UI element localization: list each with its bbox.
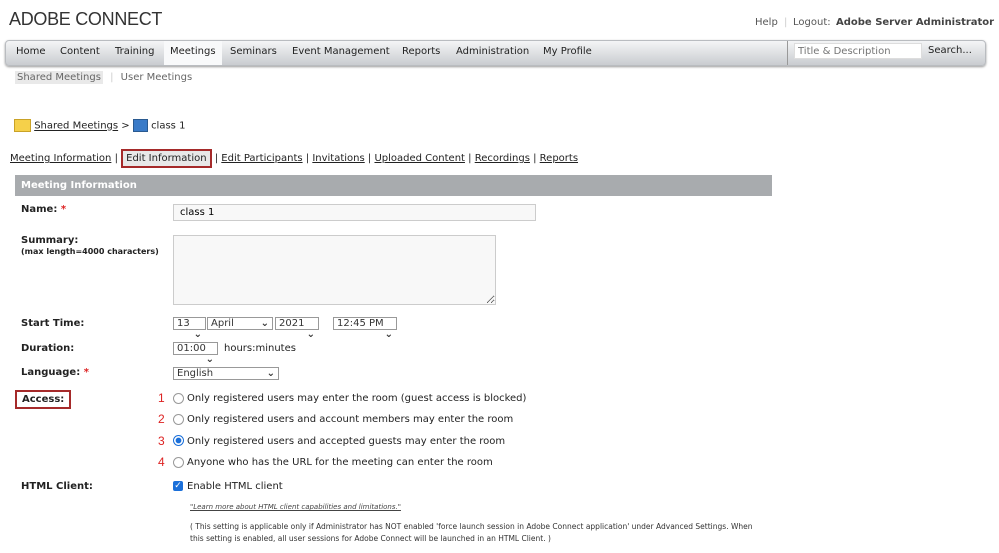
nav-administration[interactable]: Administration — [450, 41, 535, 65]
day-value: 13 — [177, 318, 190, 329]
breadcrumb-shared-meetings[interactable]: Shared Meetings — [34, 121, 118, 132]
nav-my-profile[interactable]: My Profile — [537, 41, 598, 65]
tab-edit-information[interactable]: Edit Information — [121, 149, 212, 168]
time-value: 12:45 PM — [337, 318, 384, 329]
chevron-down-icon: ⌄ — [306, 329, 315, 340]
section-header: Meeting Information — [15, 175, 772, 196]
nav-meetings[interactable]: Meetings — [164, 41, 222, 65]
option-number: 4 — [158, 455, 165, 469]
tab-recordings[interactable]: Recordings — [475, 153, 530, 164]
enable-html-checkbox[interactable]: ✓ — [173, 481, 183, 491]
nav-content[interactable]: Content — [54, 41, 106, 65]
adobe-connect-logo: ADOBE CONNECT — [9, 9, 162, 30]
meeting-tabs: Meeting Information | Edit Information |… — [10, 149, 578, 168]
chevron-down-icon: ⌄ — [205, 354, 214, 365]
chevron-down-icon: ⌄ — [266, 368, 275, 379]
duration-unit: hours:minutes — [224, 343, 296, 354]
logo-text: ADOBE CONNECT — [9, 9, 163, 29]
start-time-label: Start Time: — [21, 318, 85, 329]
option-number: 2 — [158, 412, 165, 426]
name-label-text: Name: — [21, 204, 58, 215]
chevron-down-icon: ⌄ — [260, 318, 269, 329]
tab-invitations[interactable]: Invitations — [312, 153, 364, 164]
nav-reports[interactable]: Reports — [396, 41, 446, 65]
name-label: Name: * — [21, 204, 66, 215]
access-option-1[interactable]: Only registered users may enter the room… — [187, 393, 526, 404]
duration-select[interactable]: 01:00 ⌄ — [173, 342, 218, 365]
month-select[interactable]: April ⌄ — [207, 317, 273, 330]
access-radio-3[interactable] — [173, 435, 184, 446]
access-option-2[interactable]: Only registered users and account member… — [187, 414, 513, 425]
access-radio-4[interactable] — [173, 457, 184, 468]
time-select[interactable]: 12:45 PM ⌄ — [333, 317, 397, 340]
html-note-line1: ( This setting is applicable only if Adm… — [190, 522, 753, 531]
breadcrumb-separator: > — [121, 120, 130, 132]
access-radio-2[interactable] — [173, 414, 184, 425]
duration-label: Duration: — [21, 343, 75, 354]
folder-icon — [14, 119, 31, 132]
month-value: April — [211, 318, 234, 329]
learn-more-link[interactable]: "Learn more about HTML client capabiliti… — [190, 503, 401, 511]
year-select[interactable]: 2021 ⌄ — [275, 317, 319, 340]
logout-link[interactable]: Logout: — [793, 17, 831, 28]
year-value: 2021 — [279, 318, 305, 329]
divider: | — [110, 72, 114, 83]
access-option-3[interactable]: Only registered users and accepted guest… — [187, 436, 505, 447]
option-number: 3 — [158, 434, 165, 448]
summary-label: Summary: — [21, 235, 79, 246]
language-label-text: Language: — [21, 367, 81, 378]
divider: | — [784, 17, 788, 28]
chevron-down-icon: ⌄ — [384, 329, 393, 340]
tab-meeting-information[interactable]: Meeting Information — [10, 153, 111, 164]
breadcrumb: Shared Meetings > class 1 — [14, 119, 185, 132]
nav-training[interactable]: Training — [109, 41, 160, 65]
meeting-room-icon — [132, 119, 148, 132]
language-value: English — [177, 368, 214, 379]
required-marker: * — [60, 204, 67, 215]
access-radio-1[interactable] — [173, 393, 184, 404]
nav-seminars[interactable]: Seminars — [224, 41, 283, 65]
nav-home[interactable]: Home — [10, 41, 52, 65]
main-nav: Home Content Training Meetings Seminars … — [5, 40, 986, 66]
checkmark-icon: ✓ — [174, 481, 182, 491]
html-client-label: HTML Client: — [21, 481, 93, 492]
required-marker: * — [83, 367, 89, 378]
enable-html-label[interactable]: Enable HTML client — [187, 481, 283, 492]
nav-event-management[interactable]: Event Management — [286, 41, 396, 65]
duration-value: 01:00 — [177, 343, 206, 354]
html-note-line2: this setting is enabled, all user sessio… — [190, 534, 551, 543]
subnav-user-meetings[interactable]: User Meetings — [121, 72, 193, 83]
tab-edit-participants[interactable]: Edit Participants — [221, 153, 302, 164]
subnav: Shared Meetings | User Meetings — [15, 71, 193, 84]
chevron-down-icon: ⌄ — [193, 329, 202, 340]
search-button[interactable]: Search... — [928, 45, 972, 56]
search-area: Search... — [787, 41, 986, 65]
summary-textarea[interactable] — [173, 235, 496, 305]
search-input[interactable] — [794, 43, 922, 59]
breadcrumb-current: class 1 — [151, 120, 186, 132]
day-select[interactable]: 13 ⌄ — [173, 317, 206, 340]
name-input[interactable] — [173, 204, 536, 221]
language-select[interactable]: English ⌄ — [173, 367, 279, 380]
subnav-shared-meetings[interactable]: Shared Meetings — [15, 71, 103, 84]
option-number: 1 — [158, 391, 165, 405]
access-option-4[interactable]: Anyone who has the URL for the meeting c… — [187, 457, 493, 468]
tab-reports[interactable]: Reports — [540, 153, 578, 164]
help-link[interactable]: Help — [755, 17, 778, 28]
summary-hint: (max length=4000 characters) — [21, 247, 159, 256]
user-name: Adobe Server Administrator — [836, 17, 995, 28]
tab-uploaded-content[interactable]: Uploaded Content — [374, 153, 465, 164]
language-label: Language: * — [21, 367, 89, 378]
access-label: Access: — [15, 390, 72, 409]
